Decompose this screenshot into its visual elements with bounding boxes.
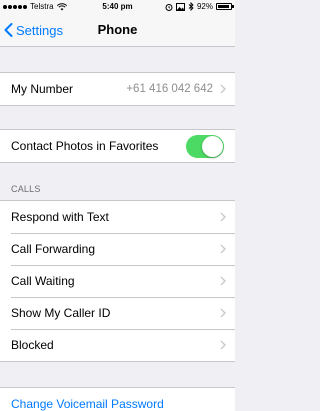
status-bar: Telstra 5:40 pm 92% [0, 0, 235, 13]
my-number-group: My Number +61 416 042 642 [0, 72, 235, 106]
calls-item-label: Show My Caller ID [11, 306, 111, 320]
calls-item-label: Call Forwarding [11, 242, 96, 256]
chevron-left-icon [4, 23, 13, 37]
status-right: 92% [165, 0, 234, 13]
toggle-knob [202, 136, 223, 157]
my-number-label: My Number [11, 82, 74, 96]
calls-item-label: Blocked [11, 338, 54, 352]
change-voicemail-password-label: Change Voicemail Password [11, 397, 164, 411]
back-button-label: Settings [16, 22, 63, 38]
my-number-row[interactable]: My Number +61 416 042 642 [0, 73, 235, 105]
chevron-right-icon [220, 340, 226, 350]
navigation-bar: Phone Settings [0, 13, 235, 47]
chevron-right-icon [220, 244, 226, 254]
my-number-value: +61 416 042 642 [126, 83, 213, 95]
alarm-icon [165, 3, 173, 11]
battery-percentage: 92% [196, 2, 213, 11]
image-icon [175, 2, 185, 11]
calls-item-respond-with-text[interactable]: Respond with Text [0, 201, 235, 233]
contact-photos-label: Contact Photos in Favorites [11, 139, 159, 153]
contact-photos-toggle[interactable] [186, 135, 224, 158]
chevron-right-icon [220, 212, 226, 222]
voicemail-group: Change Voicemail Password [0, 387, 235, 411]
calls-section-header: CALLS [11, 184, 41, 194]
chevron-right-icon [220, 308, 226, 318]
battery-icon [216, 3, 234, 10]
contact-photos-row: Contact Photos in Favorites [0, 130, 235, 162]
calls-group: Respond with Text Call Forwarding Call Wai… [0, 200, 235, 362]
calls-item-label: Call Waiting [11, 274, 75, 288]
calls-item-call-waiting[interactable]: Call Waiting [0, 265, 235, 297]
calls-item-call-forwarding[interactable]: Call Forwarding [0, 233, 235, 265]
calls-item-label: Respond with Text [11, 210, 109, 224]
battery-level-fill [218, 5, 230, 8]
chevron-right-icon [220, 84, 226, 94]
back-button[interactable]: Settings [4, 13, 63, 47]
calls-item-blocked[interactable]: Blocked [0, 329, 235, 361]
contact-photos-group: Contact Photos in Favorites [0, 129, 235, 163]
change-voicemail-password-button[interactable]: Change Voicemail Password [0, 388, 235, 411]
calls-item-show-my-caller-id[interactable]: Show My Caller ID [0, 297, 235, 329]
chevron-right-icon [220, 276, 226, 286]
bluetooth-icon [188, 2, 194, 11]
